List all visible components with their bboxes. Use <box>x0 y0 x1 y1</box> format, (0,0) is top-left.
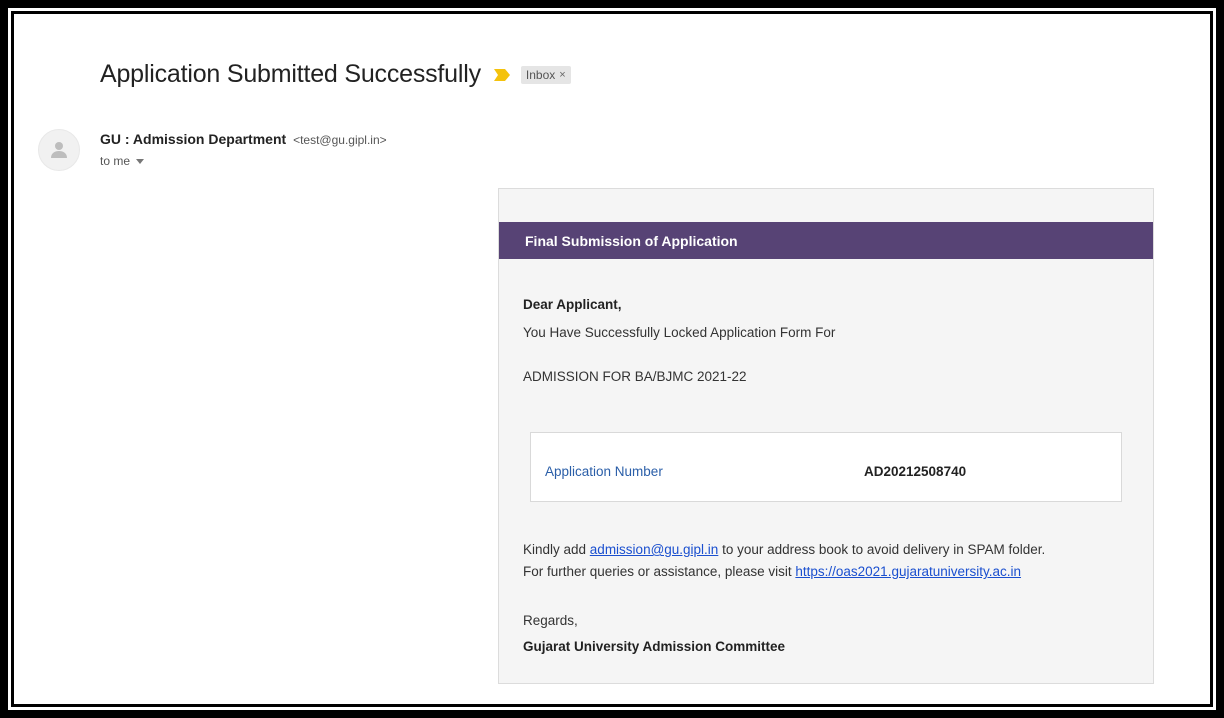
close-icon[interactable]: × <box>559 69 565 81</box>
locked-message: You Have Successfully Locked Application… <box>523 325 836 340</box>
email-subject: Application Submitted Successfully <box>100 60 481 88</box>
importance-marker-icon[interactable] <box>493 68 511 82</box>
card-header: Final Submission of Application <box>499 222 1153 259</box>
admission-email-link[interactable]: admission@gu.gipl.in <box>590 542 719 557</box>
sender-email: <test@gu.gipl.in> <box>293 133 387 147</box>
admission-title: ADMISSION FOR BA/BJMC 2021-22 <box>523 369 747 384</box>
recipient-line[interactable]: to me <box>100 154 387 168</box>
sender-name[interactable]: GU : Admission Department <box>100 131 286 147</box>
card-body: Dear Applicant, You Have Successfully Lo… <box>523 297 1129 384</box>
screenshot-frame: Application Submitted Successfully Inbox… <box>0 0 1224 718</box>
person-icon <box>51 142 67 158</box>
notes: Kindly add admission@gu.gipl.in to your … <box>523 539 1133 583</box>
avatar[interactable] <box>38 129 80 171</box>
frame-inner-border: Application Submitted Successfully Inbox… <box>8 8 1216 710</box>
committee-signature: Gujarat University Admission Committee <box>523 639 786 654</box>
sender-line: GU : Admission Department <test@gu.gipl.… <box>100 131 387 147</box>
inbox-label-chip[interactable]: Inbox × <box>520 65 571 84</box>
assistance-note: For further queries or assistance, pleas… <box>523 561 1133 583</box>
application-number-value: AD20212508740 <box>864 464 967 479</box>
application-number-label: Application Number <box>545 464 663 479</box>
regards: Regards, <box>523 613 578 628</box>
application-number-box: Application Number AD20212508740 <box>530 432 1122 502</box>
greeting: Dear Applicant, <box>523 297 622 312</box>
sender-block: GU : Admission Department <test@gu.gipl.… <box>100 131 387 168</box>
email-view: Application Submitted Successfully Inbox… <box>14 14 1210 704</box>
recipient-text: to me <box>100 154 131 168</box>
subject-row: Application Submitted Successfully Inbox… <box>100 60 571 89</box>
caret-down-icon[interactable] <box>136 158 145 164</box>
note2-prefix: For further queries or assistance, pleas… <box>523 564 796 579</box>
note1-prefix: Kindly add <box>523 542 590 557</box>
note1-suffix: to your address book to avoid delivery i… <box>718 542 1046 557</box>
inbox-label-text: Inbox <box>525 67 556 82</box>
address-book-note: Kindly add admission@gu.gipl.in to your … <box>523 539 1133 561</box>
website-link[interactable]: https://oas2021.gujaratuniversity.ac.in <box>795 564 1021 579</box>
email-body-card: Final Submission of Application Dear App… <box>498 188 1154 684</box>
